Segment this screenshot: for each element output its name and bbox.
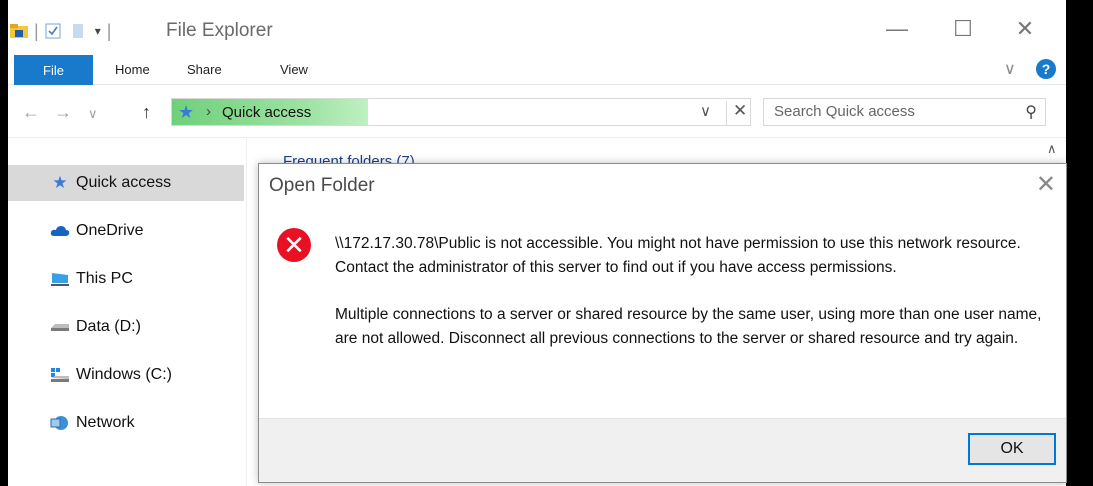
sidebar-item-label: Quick access [76,174,172,191]
sidebar-item-data-d[interactable]: Data (D:) [8,309,244,345]
customize-dropdown-icon[interactable]: ▾ [95,24,101,38]
address-bar[interactable]: ★ › Quick access ∨ ✕ [171,98,751,126]
clear-address-icon[interactable]: ✕ [726,101,747,125]
sidebar-item-this-pc[interactable]: This PC [8,261,244,297]
error-icon: ✕ [277,228,311,262]
expand-ribbon-icon[interactable]: ∨ [1004,59,1016,79]
window-title: File Explorer [166,20,273,41]
dialog-message-connections: Multiple connections to a server or shar… [335,306,1042,347]
breadcrumb-quick-access[interactable]: Quick access [222,104,311,121]
sidebar-item-label: Data (D:) [76,318,141,335]
back-button[interactable]: ← [22,102,40,123]
sidebar-item-onedrive[interactable]: OneDrive [8,213,244,249]
breadcrumb-separator-icon[interactable]: › [206,103,211,120]
sidebar-item-quick-access[interactable]: ★ Quick access [8,165,244,201]
ribbon-tabs: File Home Share View ∨ ? [8,55,1066,85]
recent-locations-button[interactable]: ∨ [88,106,98,122]
sidebar-item-label: OneDrive [76,222,144,239]
sidebar-item-network[interactable]: Network [8,405,244,441]
file-explorer-window: | ▾ | File Explorer — ☐ ✕ File Home Shar… [0,0,1093,486]
new-folder-icon[interactable] [71,23,85,39]
star-icon: ★ [52,173,68,192]
dialog-footer: OK [259,418,1066,482]
toolbar-separator: | [106,20,112,41]
search-box[interactable]: ⚲ [763,98,1046,126]
navigation-bar: ← → ∨ ↑ ★ › Quick access ∨ ✕ ⚲ [8,86,1066,138]
maximize-button[interactable]: ☐ [940,14,986,44]
up-button[interactable]: ↑ [142,102,151,123]
folder-icon[interactable] [10,23,28,39]
tab-view[interactable]: View [280,62,308,77]
dialog-close-button[interactable]: ✕ [1036,170,1056,199]
address-dropdown-icon[interactable]: ∨ [700,102,711,120]
toolbar-separator: | [34,20,39,41]
outer-frame-left [0,0,8,486]
search-input[interactable] [774,103,1004,120]
dialog-title: Open Folder [269,175,375,196]
sidebar-item-label: This PC [76,270,133,287]
windows-drive-icon [46,368,74,382]
tab-home[interactable]: Home [115,62,150,77]
properties-icon[interactable] [45,23,61,39]
title-bar: | ▾ | File Explorer — ☐ ✕ [8,0,1066,55]
search-icon[interactable]: ⚲ [1025,102,1037,122]
open-folder-dialog: Open Folder ✕ ✕ \\172.17.30.78\Public is… [258,163,1067,483]
drive-icon [46,322,74,332]
tab-file[interactable]: File [14,55,93,85]
network-icon [46,414,74,432]
navigation-pane: ★ Quick access OneDrive This PC Data (D:… [8,139,244,486]
minimize-button[interactable]: — [874,14,920,44]
tab-share[interactable]: Share [187,62,222,77]
outer-frame-right [1066,0,1093,486]
star-icon: ★ [178,102,195,122]
sidebar-item-label: Windows (C:) [76,366,173,383]
close-button[interactable]: ✕ [1002,14,1048,44]
sidebar-item-label: Network [76,414,135,431]
sidebar-item-windows-c[interactable]: Windows (C:) [8,357,244,393]
ok-button[interactable]: OK [968,433,1056,465]
computer-icon [46,271,74,287]
dialog-message-access: \\172.17.30.78\Public is not accessible.… [335,235,1021,276]
quick-access-toolbar: | ▾ | [10,18,117,44]
cloud-icon [46,225,74,237]
scroll-up-icon[interactable]: ∧ [1047,141,1057,157]
forward-button[interactable]: → [54,102,72,123]
help-icon[interactable]: ? [1036,59,1056,79]
